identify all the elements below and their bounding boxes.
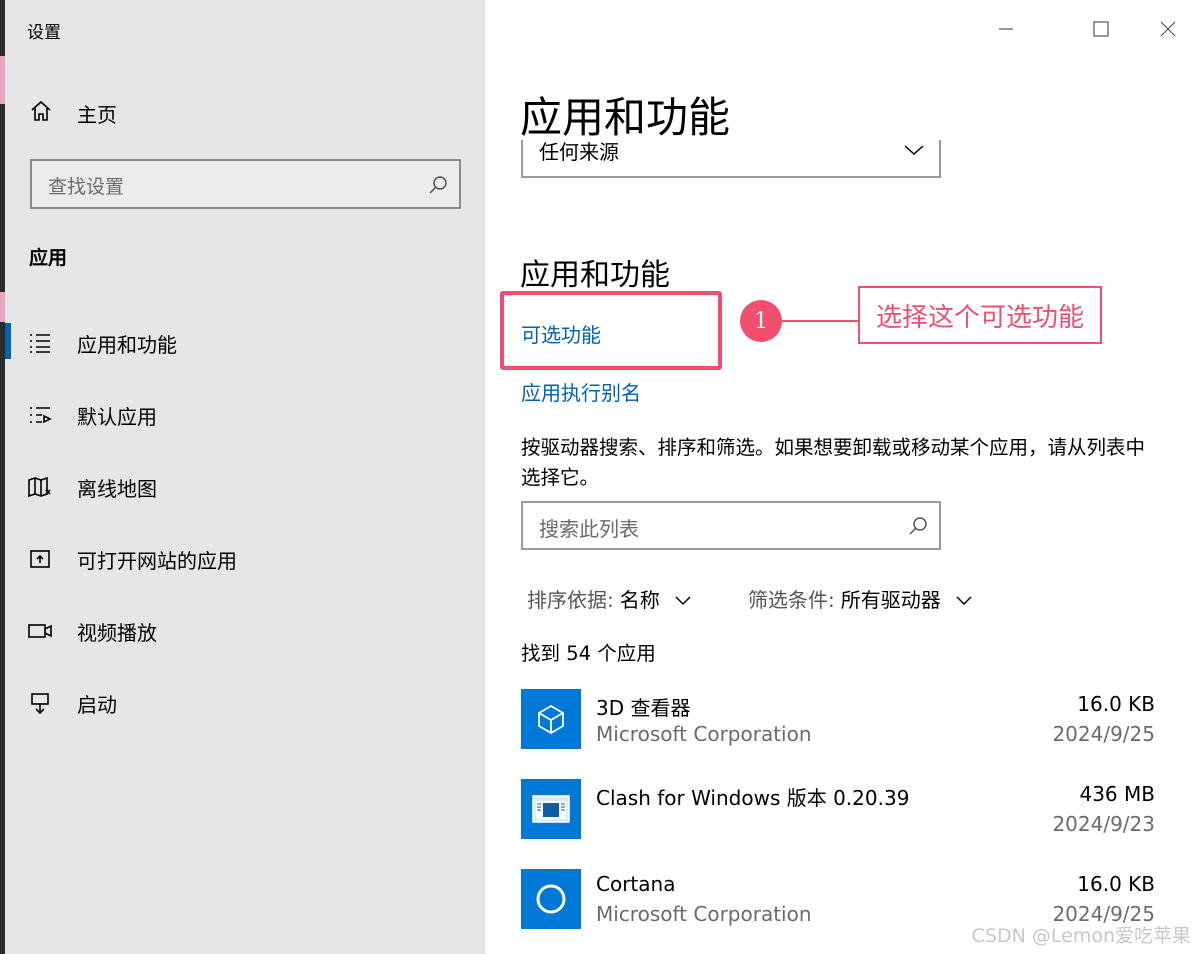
minimize-button[interactable]	[995, 18, 1017, 40]
sidebar-item-label: 可打开网站的应用	[77, 548, 237, 573]
app-name: Cortana	[596, 872, 676, 896]
description-text: 按驱动器搜索、排序和筛选。如果想要卸载或移动某个应用，请从列表中选择它。	[521, 436, 1146, 489]
select-value: 任何来源	[539, 140, 619, 164]
close-button[interactable]	[1157, 18, 1179, 40]
3d-viewer-icon	[521, 689, 581, 749]
startup-icon	[27, 690, 53, 716]
home-nav-item[interactable]: 主页	[29, 98, 117, 128]
offline-maps-icon	[27, 474, 53, 500]
sidebar-item-offline-maps[interactable]: 离线地图	[27, 470, 157, 504]
apps-features-icon	[27, 330, 53, 356]
sort-value: 名称	[619, 588, 660, 612]
home-icon	[29, 99, 53, 127]
chevron-down-icon	[674, 587, 692, 611]
cortana-icon	[521, 869, 581, 929]
sort-label: 排序依据:	[527, 588, 614, 612]
window-title: 设置	[27, 23, 61, 43]
clash-window-icon	[521, 779, 581, 839]
app-size: 16.0 KB	[1077, 872, 1155, 896]
sidebar: 设置 主页 查找设置 应用 应用和功能 默认应用 离线地图 可打开网站的应用 视…	[5, 0, 485, 954]
filter-dropdown[interactable]: 筛选条件: 所有驱动器	[748, 584, 973, 613]
app-size: 16.0 KB	[1077, 692, 1155, 716]
app-publisher: Microsoft Corporation	[596, 902, 812, 926]
filter-label: 筛选条件:	[748, 588, 835, 612]
app-list-item[interactable]: Clash for Windows 版本 0.20.39 436 MB 2024…	[521, 779, 1155, 841]
app-size: 436 MB	[1079, 782, 1155, 806]
sidebar-item-label: 启动	[77, 692, 117, 717]
sidebar-item-label: 视频播放	[77, 620, 157, 645]
page-title: 应用和功能	[520, 93, 731, 142]
annotation-connector	[782, 320, 858, 322]
search-icon	[907, 515, 929, 541]
video-playback-icon	[27, 618, 53, 644]
sidebar-item-video-playback[interactable]: 视频播放	[27, 614, 157, 648]
app-publisher: Microsoft Corporation	[596, 722, 812, 746]
active-item-indicator	[5, 323, 11, 359]
sidebar-item-apps-for-websites[interactable]: 可打开网站的应用	[27, 542, 237, 576]
sidebar-item-label: 离线地图	[77, 476, 157, 501]
chevron-down-icon	[903, 142, 925, 162]
app-count: 找到 54 个应用	[521, 642, 656, 665]
home-label: 主页	[77, 102, 117, 127]
main-content: 应用和功能 任何来源 应用和功能 可选功能 应用执行别名 1 选择这个可选功能 …	[485, 0, 1195, 954]
app-name: Clash for Windows 版本 0.20.39	[596, 786, 910, 810]
app-name: 3D 查看器	[596, 696, 691, 720]
section-heading: 应用和功能	[520, 258, 670, 293]
app-list-item[interactable]: 3D 查看器 Microsoft Corporation 16.0 KB 202…	[521, 689, 1155, 751]
watermark: CSDN @Lemon爱吃苹果	[971, 925, 1191, 947]
sidebar-item-default-apps[interactable]: 默认应用	[27, 398, 157, 432]
sidebar-item-apps-features[interactable]: 应用和功能	[27, 326, 177, 360]
section-title: 应用	[29, 247, 68, 269]
chevron-down-icon	[955, 587, 973, 611]
app-date: 2024/9/25	[1052, 722, 1155, 746]
settings-search-input[interactable]: 查找设置	[30, 159, 461, 209]
search-icon	[427, 174, 449, 200]
sidebar-item-label: 默认应用	[77, 404, 157, 429]
sidebar-item-startup[interactable]: 启动	[27, 686, 117, 720]
search-placeholder: 查找设置	[48, 176, 125, 198]
optional-features-link[interactable]: 可选功能	[521, 319, 601, 348]
default-apps-icon	[27, 402, 53, 428]
filter-value: 所有驱动器	[840, 588, 941, 612]
annotation-callout: 选择这个可选功能	[858, 286, 1102, 344]
apps-for-websites-icon	[27, 546, 53, 572]
search-placeholder: 搜索此列表	[539, 517, 639, 541]
app-list-search-input[interactable]: 搜索此列表	[521, 501, 941, 550]
annotation-step-badge: 1	[740, 300, 782, 342]
maximize-button[interactable]	[1090, 18, 1112, 40]
app-execution-alias-link[interactable]: 应用执行别名	[521, 377, 641, 406]
sidebar-item-label: 应用和功能	[77, 332, 177, 357]
app-source-select[interactable]: 任何来源	[521, 140, 941, 178]
app-date: 2024/9/23	[1052, 812, 1155, 836]
sort-dropdown[interactable]: 排序依据: 名称	[527, 584, 692, 613]
